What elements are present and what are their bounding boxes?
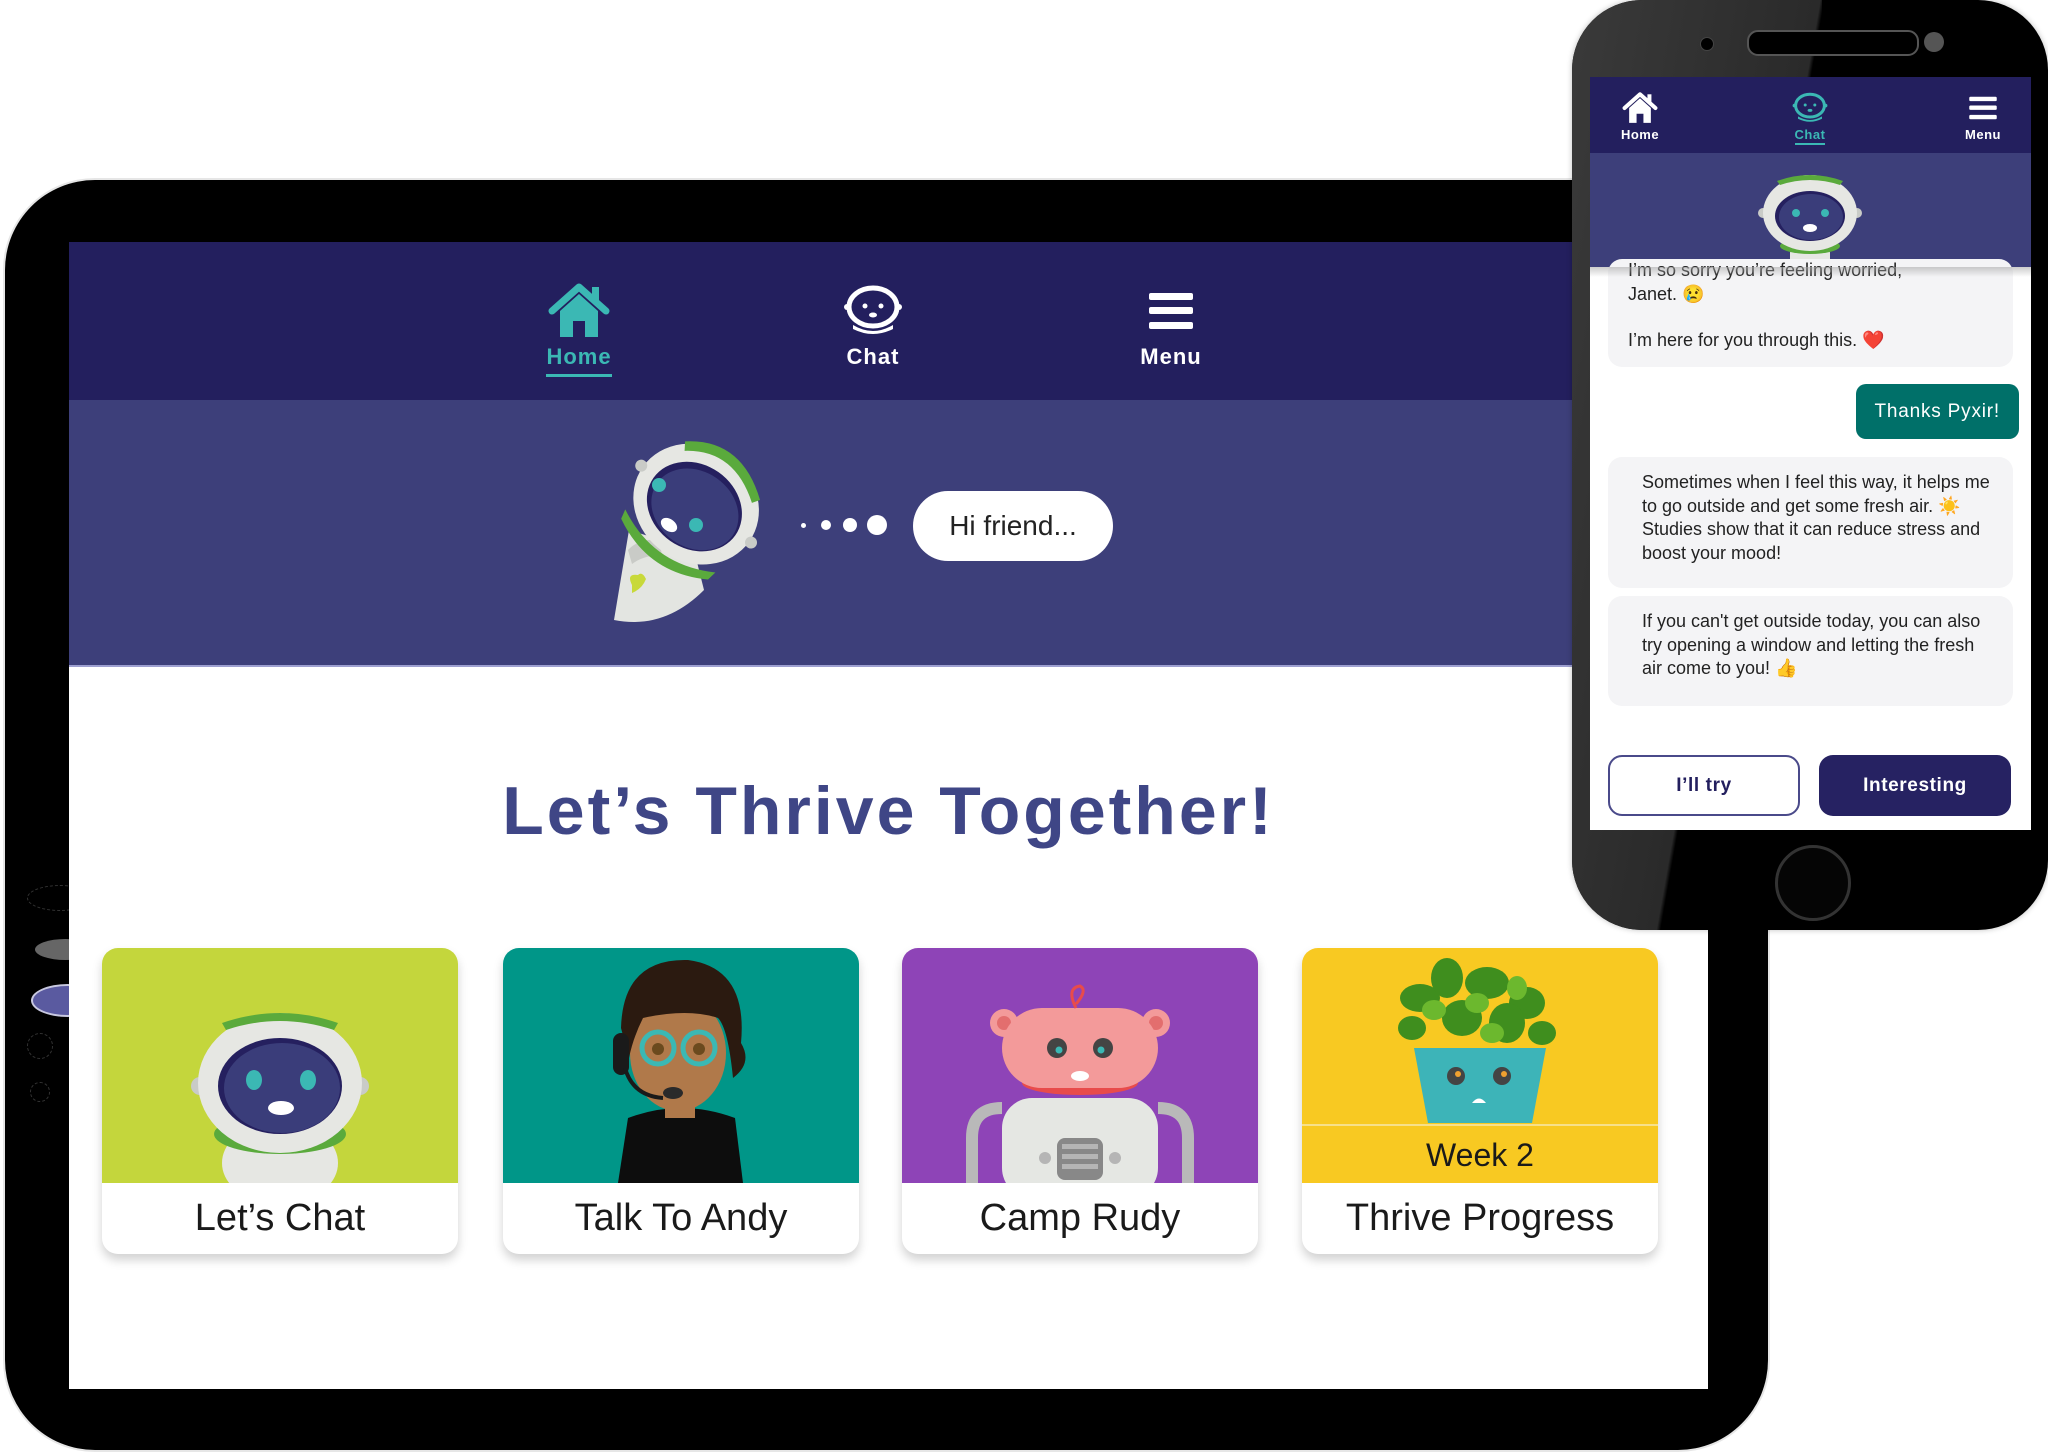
pyxir-robot-illustration <box>102 948 458 1183</box>
plant-pot-illustration: Week 2 <box>1302 948 1658 1183</box>
earpiece-speaker <box>1747 30 1919 56</box>
tablet-nav-home[interactable]: Home <box>509 282 649 377</box>
front-camera <box>1700 37 1714 51</box>
phone-nav-menu[interactable]: Menu <box>1943 91 2023 142</box>
shelf-divider <box>1302 1124 1658 1126</box>
quick-reply-interesting[interactable]: Interesting <box>1819 755 2011 816</box>
greeting-bubble: Hi friend... <box>913 491 1113 561</box>
card-label: Talk To Andy <box>574 1197 788 1239</box>
andy-avatar-illustration <box>503 948 859 1183</box>
quick-reply-ill-try[interactable]: I’ll try <box>1608 755 1800 816</box>
card-label: Camp Rudy <box>979 1197 1181 1239</box>
card-lets-chat[interactable]: Let’s Chat <box>102 948 458 1254</box>
phone-screen: Home Chat Menu Janet. 😢 I’m here for you… <box>1590 77 2031 830</box>
tablet-sensor <box>30 1082 50 1102</box>
card-thrive-progress[interactable]: Week 2 Thrive Progress <box>1302 948 1658 1254</box>
tablet-screen: Home Chat Menu Hi friend... Let’s Thrive… <box>69 242 1708 1389</box>
phone-nav-home[interactable]: Home <box>1600 91 1680 142</box>
phone-home-button[interactable] <box>1775 845 1851 921</box>
page-title: Let’s Thrive Together! <box>502 773 1275 849</box>
home-icon <box>509 282 649 340</box>
home-icon <box>1600 91 1680 125</box>
robot-chat-icon <box>1770 91 1850 125</box>
proximity-sensor <box>1924 32 1944 52</box>
bot-message: If you can't get outside today, you can … <box>1608 596 2013 706</box>
hero-banner: Hi friend... <box>69 400 1708 667</box>
card-label: Let’s Chat <box>194 1197 366 1239</box>
phone-nav-chat[interactable]: Chat <box>1770 91 1850 145</box>
chat-thread: I’m so sorry you’re feeling worried, Jan… <box>1590 259 2031 830</box>
user-message: Thanks Pyxir! <box>1855 384 2019 439</box>
hamburger-menu-icon <box>1101 282 1241 340</box>
phone-device: Home Chat Menu Janet. 😢 I’m here for you… <box>1572 0 2048 930</box>
week-label: Week 2 <box>1426 1137 1534 1173</box>
card-camp-rudy[interactable]: Camp Rudy <box>902 948 1258 1254</box>
card-talk-to-andy[interactable]: Talk To Andy <box>503 948 859 1254</box>
robot-chat-icon <box>803 282 943 340</box>
tablet-nav-menu[interactable]: Menu <box>1101 282 1241 370</box>
tablet-nav-chat[interactable]: Chat <box>803 282 943 370</box>
card-label: Thrive Progress <box>1345 1197 1615 1239</box>
tablet-sensor <box>27 1033 53 1059</box>
rudy-bear-illustration <box>902 948 1258 1183</box>
pyxir-robot-illustration <box>604 430 794 635</box>
bot-message: Sometimes when I feel this way, it helps… <box>1608 457 2013 588</box>
phone-hero-banner <box>1590 153 2031 281</box>
hamburger-menu-icon <box>1943 91 2023 125</box>
phone-nav-bar: Home Chat Menu <box>1590 77 2031 153</box>
tablet-nav-bar: Home Chat Menu <box>69 242 1708 400</box>
